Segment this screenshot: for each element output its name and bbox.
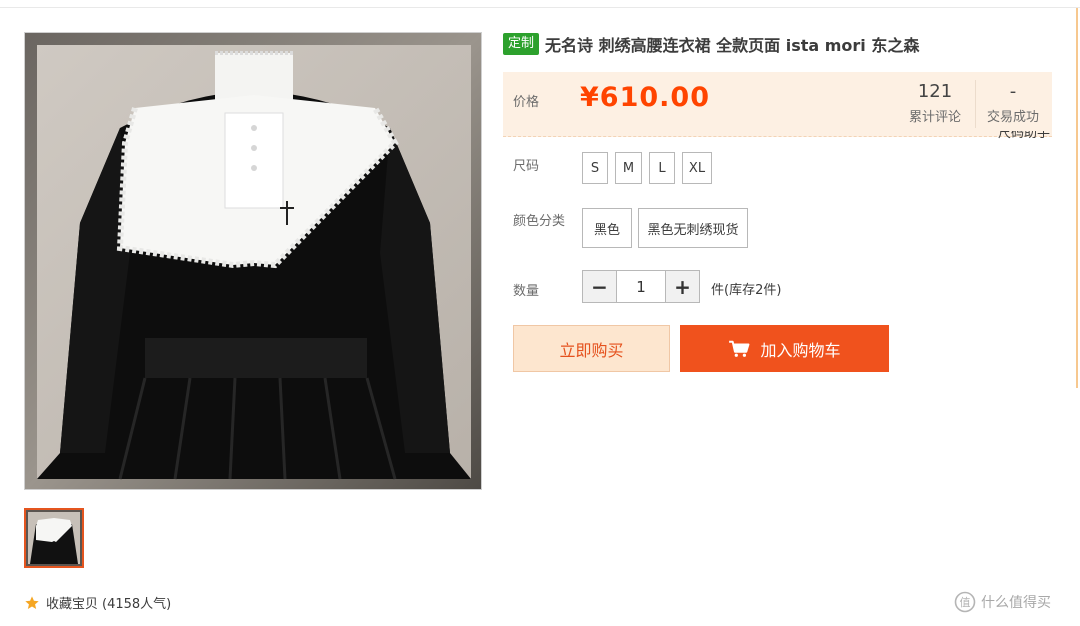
add-to-cart-button[interactable]: 加入购物车 <box>680 325 889 372</box>
favorite-item[interactable]: 收藏宝贝 (4158人气) <box>24 593 171 612</box>
quantity-input[interactable]: 1 <box>616 271 666 302</box>
quantity-decrease-button[interactable]: − <box>583 271 616 302</box>
add-to-cart-label: 加入购物车 <box>760 340 841 360</box>
price-panel: 价格 ¥610.00 121 累计评论 - 交易成功 <box>503 72 1052 137</box>
size-option-xl[interactable]: XL <box>682 152 712 184</box>
buy-now-label: 立即购买 <box>559 340 624 360</box>
size-option-l[interactable]: L <box>649 152 675 184</box>
quantity-label: 数量 <box>513 284 540 299</box>
deal-stat: - 交易成功 <box>981 80 1045 125</box>
stock-info: 件(库存2件) <box>711 283 782 298</box>
quantity-stepper: − 1 + <box>582 270 700 303</box>
custom-badge: 定制 <box>503 33 540 55</box>
star-icon <box>25 595 39 609</box>
product-thumbnail[interactable] <box>24 508 84 568</box>
price-label: 价格 <box>513 95 540 110</box>
top-divider <box>0 7 1080 8</box>
product-title: 无名诗 刺绣高腰连衣裙 全款页面 ista mori 东之森 <box>545 36 920 55</box>
svg-text:值: 值 <box>960 596 971 609</box>
favorite-popularity: (4158人气) <box>102 597 172 612</box>
site-watermark: 值 什么值得买 <box>954 591 1051 613</box>
favorite-label: 收藏宝贝 <box>46 597 99 612</box>
color-option-black-no-embroidery[interactable]: 黑色无刺绣现货 <box>638 208 748 248</box>
color-label: 颜色分类 <box>513 214 566 229</box>
size-helper-link[interactable]: 尺码助手 <box>998 131 1050 141</box>
size-option-m[interactable]: M <box>615 152 642 184</box>
product-title-row: 定制 无名诗 刺绣高腰连衣裙 全款页面 ista mori 东之森 <box>503 32 919 56</box>
deal-label: 交易成功 <box>986 110 1039 125</box>
dress-photo <box>25 33 481 489</box>
quantity-increase-button[interactable]: + <box>666 271 699 302</box>
size-option-s[interactable]: S <box>582 152 608 184</box>
size-label: 尺码 <box>513 159 540 174</box>
review-stat[interactable]: 121 累计评论 <box>899 80 971 125</box>
stat-divider <box>975 80 976 128</box>
deal-count: - <box>1009 81 1017 102</box>
color-option-black[interactable]: 黑色 <box>582 208 632 248</box>
main-product-image[interactable] <box>24 32 482 490</box>
smzdm-logo-icon: 值 <box>954 591 976 613</box>
watermark-text: 什么值得买 <box>981 595 1051 611</box>
thumbnail-photo <box>26 510 82 566</box>
buy-now-button[interactable]: 立即购买 <box>513 325 670 372</box>
price-value: ¥610.00 <box>580 82 710 113</box>
review-label: 累计评论 <box>908 110 961 125</box>
cart-icon <box>729 340 750 357</box>
side-accent-line <box>1076 8 1078 388</box>
review-count: 121 <box>917 81 953 102</box>
